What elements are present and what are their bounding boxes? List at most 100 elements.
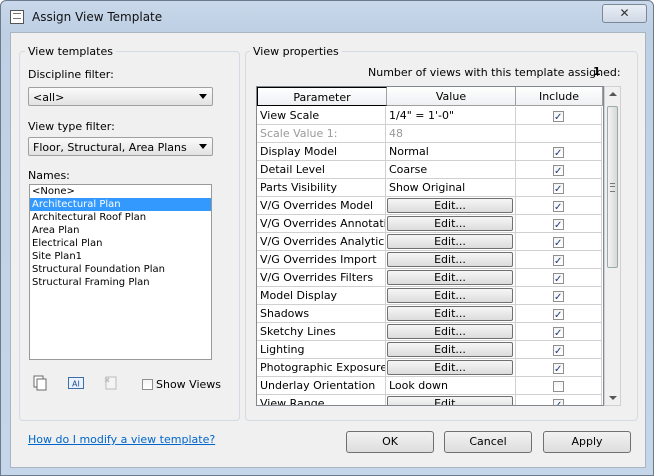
duplicate-icon[interactable] xyxy=(31,374,49,392)
view-type-filter-select[interactable]: Floor, Structural, Area Plans xyxy=(28,137,213,156)
edit-button[interactable]: Edit... xyxy=(387,216,513,231)
include-checkbox[interactable] xyxy=(553,289,564,304)
help-link[interactable]: How do I modify a view template? xyxy=(28,433,215,446)
list-item[interactable]: Structural Foundation Plan xyxy=(30,263,211,276)
discipline-filter-value: <all> xyxy=(33,91,65,104)
cancel-button[interactable]: Cancel xyxy=(444,431,532,453)
edit-button[interactable]: Edit... xyxy=(387,306,513,321)
column-header-include[interactable]: Include xyxy=(516,87,603,106)
parameter-cell: Scale Value 1: xyxy=(257,125,386,143)
svg-text:AI: AI xyxy=(72,380,80,389)
edit-button[interactable]: Edit... xyxy=(387,234,513,249)
table-row: V/G Overrides Model Edit... xyxy=(257,197,603,215)
scroll-thumb[interactable] xyxy=(607,106,618,268)
list-item[interactable]: Architectural Plan xyxy=(30,198,211,211)
apply-button[interactable]: Apply xyxy=(543,431,631,453)
list-item[interactable]: Area Plan xyxy=(30,224,211,237)
parameter-cell: View Scale xyxy=(257,107,386,125)
edit-button[interactable]: Edit... xyxy=(387,342,513,357)
include-checkbox[interactable] xyxy=(553,163,564,178)
edit-button[interactable]: Edit... xyxy=(387,288,513,303)
value-cell: 48 xyxy=(386,125,516,143)
column-header-parameter[interactable]: Parameter xyxy=(257,87,387,106)
names-listbox[interactable]: <None> Architectural Plan Architectural … xyxy=(29,184,212,360)
parameter-cell: Model Display xyxy=(257,287,386,305)
value-cell[interactable]: Show Original xyxy=(386,179,516,197)
include-checkbox[interactable] xyxy=(553,199,564,214)
include-checkbox[interactable] xyxy=(553,271,564,286)
chevron-down-icon xyxy=(199,144,207,149)
edit-button[interactable]: Edit... xyxy=(387,252,513,267)
title-bar: Assign View Template ✕ xyxy=(1,1,653,33)
list-item[interactable]: Structural Framing Plan xyxy=(30,276,211,289)
include-cell xyxy=(516,269,602,287)
show-views-checkbox[interactable]: Show Views xyxy=(139,377,221,391)
include-checkbox[interactable] xyxy=(553,145,564,160)
include-checkbox[interactable] xyxy=(553,325,564,340)
list-item[interactable]: <None> xyxy=(30,185,211,198)
scroll-down-icon[interactable] xyxy=(609,396,617,400)
edit-button[interactable]: Edit... xyxy=(387,396,513,405)
discipline-filter-select[interactable]: <all> xyxy=(28,87,213,106)
edit-button[interactable]: Edit... xyxy=(387,270,513,285)
value-cell[interactable]: Edit... xyxy=(386,395,516,405)
value-cell[interactable]: Edit... xyxy=(386,341,516,359)
value-cell[interactable]: Edit... xyxy=(386,233,516,251)
scroll-up-icon[interactable] xyxy=(609,92,617,96)
edit-button[interactable]: Edit... xyxy=(387,198,513,213)
parameter-cell: Photographic Exposure xyxy=(257,359,386,377)
parameter-cell: Detail Level xyxy=(257,161,386,179)
value-cell[interactable]: Edit... xyxy=(386,359,516,377)
parameter-cell: V/G Overrides Analytica xyxy=(257,233,386,251)
view-templates-title: View templates xyxy=(25,45,116,58)
edit-button[interactable]: Edit... xyxy=(387,360,513,375)
include-cell xyxy=(516,233,602,251)
include-checkbox[interactable] xyxy=(553,181,564,196)
include-cell xyxy=(516,323,602,341)
window-icon xyxy=(10,10,24,24)
parameter-cell: View Range xyxy=(257,395,386,405)
value-cell[interactable]: 1/4" = 1'-0" xyxy=(386,107,516,125)
parameter-cell: V/G Overrides Annotati xyxy=(257,215,386,233)
parameter-cell: Sketchy Lines xyxy=(257,323,386,341)
include-checkbox[interactable] xyxy=(553,343,564,358)
rename-icon[interactable]: AI xyxy=(67,374,85,392)
value-cell[interactable]: Edit... xyxy=(386,323,516,341)
template-count-label: Number of views with this template assig… xyxy=(368,66,621,79)
ok-button[interactable]: OK xyxy=(346,431,434,453)
list-item[interactable]: Architectural Roof Plan xyxy=(30,211,211,224)
table-row: V/G Overrides Analytica Edit... xyxy=(257,233,603,251)
include-checkbox[interactable] xyxy=(553,361,564,376)
include-checkbox[interactable] xyxy=(553,235,564,250)
value-cell[interactable]: Edit... xyxy=(386,197,516,215)
value-cell[interactable]: Look down xyxy=(386,377,516,395)
value-cell[interactable]: Coarse xyxy=(386,161,516,179)
include-checkbox[interactable] xyxy=(553,397,564,405)
value-cell[interactable]: Edit... xyxy=(386,305,516,323)
discipline-filter-label: Discipline filter: xyxy=(28,68,114,81)
properties-scrollbar[interactable] xyxy=(604,86,621,406)
value-cell[interactable]: Edit... xyxy=(386,251,516,269)
edit-button[interactable]: Edit... xyxy=(387,324,513,339)
include-checkbox[interactable] xyxy=(553,253,564,268)
table-row: View Scale 1/4" = 1'-0" xyxy=(257,107,603,125)
list-item[interactable]: Electrical Plan xyxy=(30,237,211,250)
show-views-check-box[interactable] xyxy=(142,378,153,390)
include-checkbox[interactable] xyxy=(553,109,564,124)
value-cell[interactable]: Edit... xyxy=(386,287,516,305)
column-header-value[interactable]: Value xyxy=(387,87,516,106)
close-button[interactable]: ✕ xyxy=(602,4,647,23)
value-cell[interactable]: Normal xyxy=(386,143,516,161)
list-item[interactable]: Site Plan1 xyxy=(30,250,211,263)
include-checkbox[interactable] xyxy=(553,217,564,232)
value-cell[interactable]: Edit... xyxy=(386,215,516,233)
grip-icon xyxy=(610,183,615,192)
include-checkbox[interactable] xyxy=(553,307,564,322)
properties-table: Parameter Value Include View Scale 1/4" =… xyxy=(256,86,604,406)
table-row: Sketchy Lines Edit... xyxy=(257,323,603,341)
chevron-down-icon xyxy=(199,94,207,99)
include-checkbox[interactable] xyxy=(553,380,564,392)
parameter-cell: Parts Visibility xyxy=(257,179,386,197)
delete-icon[interactable] xyxy=(102,374,120,392)
value-cell[interactable]: Edit... xyxy=(386,269,516,287)
